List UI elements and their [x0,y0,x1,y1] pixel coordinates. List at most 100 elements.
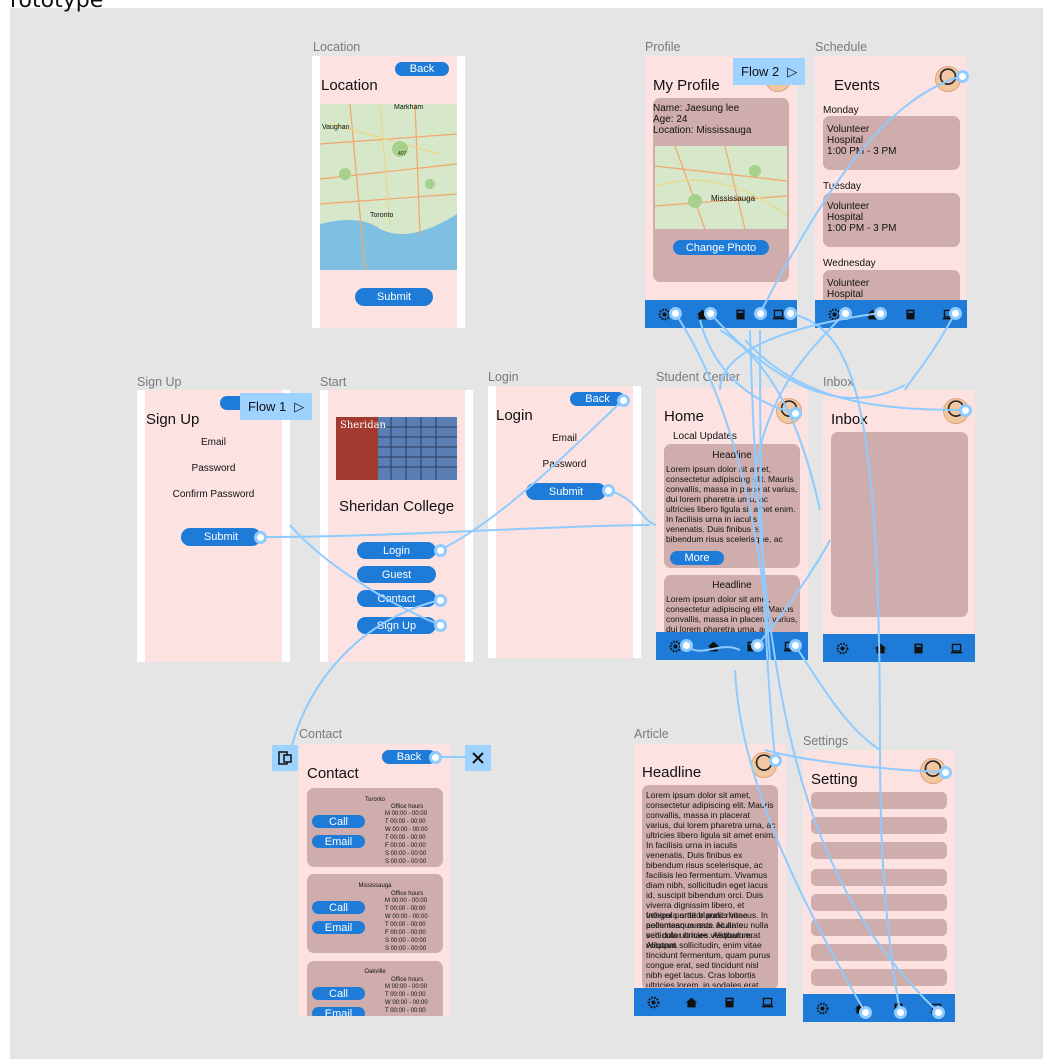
hotspot[interactable] [680,639,693,652]
profile-frame[interactable]: My Profile Name: Jaesung lee Age: 24 Loc… [645,56,797,328]
event-line: 1:00 PM - 3 PM [827,146,897,157]
hotspot[interactable] [751,639,764,652]
flow2-tag[interactable]: Flow 2 ▷ [733,58,806,85]
submit-button[interactable]: Submit [355,288,433,306]
contact-button[interactable]: Contact [357,590,436,607]
submit-button[interactable]: Submit [181,528,261,546]
hotspot[interactable] [859,1006,872,1019]
hotspot[interactable] [754,307,767,320]
settings-frame[interactable]: Setting [803,750,955,1022]
article-title: Headline [642,764,702,781]
hotspot[interactable] [939,766,952,779]
hotspot[interactable] [789,407,802,420]
email-field[interactable]: Email [496,433,633,444]
setting-row[interactable] [811,894,947,911]
signup-frame[interactable]: B Sign Up Email Password Confirm Passwor… [137,390,290,662]
frame-label-contact: Contact [299,727,343,741]
event-line: Volunteer [827,201,870,212]
contact-frame[interactable]: Back Contact Toronto Office hours M 00:0… [299,744,451,1016]
email-button[interactable]: Email [312,921,365,934]
hotspot[interactable] [932,1006,945,1019]
laptop-icon[interactable] [772,308,785,321]
device-icon[interactable] [272,745,298,771]
call-button[interactable]: Call [312,901,365,914]
schedule-frame[interactable]: Events Monday Volunteer Hospital 1:00 PM… [815,56,967,328]
submit-button[interactable]: Submit [526,483,606,500]
email-button[interactable]: Email [312,1007,365,1016]
signup-button[interactable]: Sign Up [357,617,436,634]
more-button[interactable]: More [670,551,724,565]
hotspot[interactable] [769,754,782,767]
setting-row[interactable] [811,817,947,834]
gear-icon[interactable] [836,642,849,655]
hotspot[interactable] [784,307,797,320]
calculator-icon[interactable] [723,996,736,1009]
frame-label-signup: Sign Up [137,375,182,389]
profile-map[interactable]: Mississauga [655,146,787,229]
location-map[interactable]: Markham Vaughan Toronto 407 [320,104,457,270]
home-icon[interactable] [707,640,720,653]
hotspot[interactable] [959,404,972,417]
hotspot[interactable] [894,1006,907,1019]
hotspot[interactable] [956,70,969,83]
hotspot[interactable] [669,307,682,320]
article-frame[interactable]: Headline Lorem ipsum dolor sit amet, con… [634,744,786,1016]
close-icon[interactable] [465,745,491,771]
laptop-icon[interactable] [950,642,963,655]
login-button[interactable]: Login [357,542,436,559]
setting-row[interactable] [811,869,947,886]
call-button[interactable]: Call [312,815,365,828]
setting-row[interactable] [811,842,947,859]
gear-icon[interactable] [816,1002,829,1015]
hotspot[interactable] [839,307,852,320]
hotspot[interactable] [434,544,447,557]
location-frame[interactable]: Back Location Markham Vaughan Toronto 40… [312,56,465,328]
setting-row[interactable] [811,969,947,986]
event-line: 1:00 PM - 3 PM [827,223,897,234]
guest-button[interactable]: Guest [357,566,436,583]
login-frame[interactable]: Back Login Email Password Submit [488,386,641,658]
map-label-toronto: Toronto [370,212,394,219]
frame-label-inbox: Inbox [823,375,854,389]
inbox-frame[interactable]: Inbox [823,390,975,662]
schedule-title: Events [834,77,880,94]
inbox-list[interactable] [831,432,968,617]
calculator-icon[interactable] [904,308,917,321]
change-photo-button[interactable]: Change Photo [673,240,769,255]
setting-row[interactable] [811,944,947,961]
hotspot[interactable] [434,619,447,632]
hotspot[interactable] [789,639,802,652]
hotspot[interactable] [704,307,717,320]
email-field[interactable]: Email [145,437,282,448]
inbox-title: Inbox [831,411,868,428]
back-button[interactable]: Back [395,62,449,76]
calculator-icon[interactable] [734,308,747,321]
hotspot[interactable] [254,531,267,544]
hotspot[interactable] [874,307,887,320]
calculator-icon[interactable] [912,642,925,655]
student-center-frame[interactable]: Home Local Updates Headline Lorem ipsum … [656,388,808,660]
hotspot[interactable] [949,307,962,320]
flow1-tag[interactable]: Flow 1 ▷ [240,393,313,420]
password-field[interactable]: Password [145,463,282,474]
hotspot[interactable] [602,484,615,497]
laptop-icon[interactable] [761,996,774,1009]
email-button[interactable]: Email [312,835,365,848]
hotspot[interactable] [429,751,442,764]
confirm-password-field[interactable]: Confirm Password [145,489,282,500]
play-icon[interactable]: ▷ [787,64,797,80]
start-frame[interactable]: Sheridan Sheridan College Login Guest Co… [320,390,473,662]
hours-line: M 00:00 - 00:00 [385,984,428,990]
home-icon[interactable] [685,996,698,1009]
password-field[interactable]: Password [496,459,633,470]
home-icon[interactable] [874,642,887,655]
hotspot[interactable] [617,394,630,407]
play-icon[interactable]: ▷ [294,399,304,415]
hours-line: M 00:00 - 00:00 [385,898,428,904]
hotspot[interactable] [434,594,447,607]
back-button[interactable]: Back [382,750,436,764]
call-button[interactable]: Call [312,987,365,1000]
setting-row[interactable] [811,919,947,936]
setting-row[interactable] [811,792,947,809]
gear-icon[interactable] [647,996,660,1009]
